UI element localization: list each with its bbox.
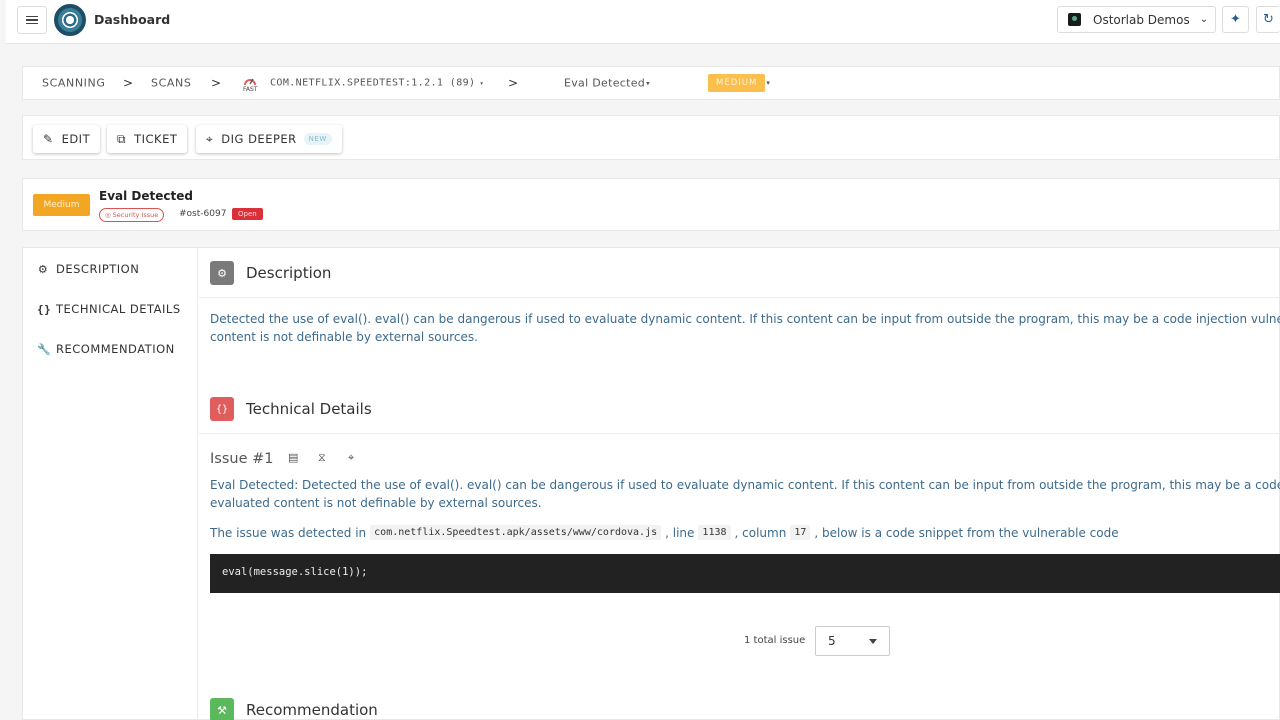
fast-scan-icon: FAST (243, 75, 257, 93)
app-logo[interactable] (54, 4, 86, 36)
line-number: 1138 (698, 525, 731, 540)
detect-prefix: The issue was detected in (210, 525, 367, 540)
organization-icon (1068, 13, 1081, 26)
ai-sparkle-button[interactable]: ✦ (1222, 6, 1249, 33)
chevron-down-icon: ⌄ (1199, 14, 1209, 25)
top-bar: Dashboard Ostorlab Demos ⌄ ✦ ↻ (6, 0, 1280, 44)
speed-gauge-icon (244, 78, 257, 86)
nav-item-description[interactable]: ⚙ DESCRIPTION (37, 262, 139, 276)
file-path: com.netflix.Speedtest.apk/assets/www/cor… (370, 525, 662, 540)
ticket-button[interactable]: ⧉ TICKET (107, 125, 188, 153)
action-toolbar: ✎ EDIT ⧉ TICKET ⌖ DIG DEEPER NEW (22, 115, 1280, 160)
category-label: Security Issue (112, 211, 159, 219)
external-link-icon: ⧉ (117, 131, 127, 146)
sparkle-icon: ✦ (1230, 12, 1241, 27)
caret-down-icon: ▾ (646, 79, 650, 87)
breadcrumb-separator: > (123, 76, 134, 90)
section-title: Technical Details (246, 400, 372, 418)
issue-id: #ost-6097 (179, 209, 227, 219)
vulnerability-title: Eval Detected (99, 189, 193, 203)
nav-item-label: DESCRIPTION (56, 262, 140, 276)
issue-line: Eval Detected: Detected the use of eval(… (210, 478, 1280, 492)
page-size-value: 5 (828, 634, 836, 648)
issue-description: Eval Detected: Detected the use of eval(… (210, 476, 1280, 512)
severity-badge: Medium (33, 194, 90, 216)
column-number: 17 (790, 525, 811, 540)
new-badge: NEW (303, 133, 332, 145)
dig-deeper-label: DIG DEEPER (221, 132, 297, 146)
column-word: , column (734, 525, 787, 540)
nav-item-label: TECHNICAL DETAILS (56, 302, 181, 316)
breadcrumb-severity-dropdown[interactable]: MEDIUM ▾ (708, 74, 770, 92)
shield-icon: ◎ (105, 211, 111, 219)
ticket-label: TICKET (134, 132, 178, 146)
description-line: Detected the use of eval(). eval() can b… (210, 312, 1280, 326)
breadcrumb-scans[interactable]: SCANS (151, 77, 191, 90)
braces-icon: {} (37, 302, 52, 316)
code-snippet: eval(message.slice(1)); (210, 554, 1280, 593)
page-size-select[interactable]: 5 (815, 626, 890, 656)
description-line: content is not definable by external sou… (210, 330, 478, 344)
section-title: Description (246, 264, 332, 282)
hamburger-icon (26, 15, 38, 25)
issue-title: Issue #1 (210, 451, 274, 467)
line-word: , line (665, 525, 695, 540)
recommendation-header: ⚒ Recommendation (199, 685, 1280, 720)
breadcrumb-vulnerability-dropdown[interactable]: Eval Detected ▾ (564, 77, 650, 90)
caret-down-icon: ▾ (479, 79, 485, 87)
status-badge: Open (232, 208, 263, 220)
refresh-icon: ↻ (1263, 12, 1274, 27)
breadcrumb-scanning[interactable]: SCANNING (42, 77, 105, 90)
dig-deeper-button[interactable]: ⌖ DIG DEEPER NEW (196, 125, 342, 153)
breadcrumb-scan-dropdown[interactable]: COM.NETFLIX.SPEEDTEST:1.2.1 (89) ▾ (270, 78, 484, 89)
caret-down-icon: ▾ (766, 79, 771, 87)
vulnerability-label: Eval Detected (564, 76, 646, 90)
issue-line: evaluated content is not definable by ex… (210, 496, 542, 510)
edit-button[interactable]: ✎ EDIT (33, 125, 101, 153)
organization-name: Ostorlab Demos (1093, 12, 1190, 27)
description-header: ⚙ Description (199, 248, 1280, 298)
scan-label: COM.NETFLIX.SPEEDTEST:1.2.1 (89) (270, 77, 476, 89)
nav-item-recommendation[interactable]: 🔧 RECOMMENDATION (37, 342, 175, 356)
total-issues: 1 total issue (744, 635, 806, 646)
vulnerability-header: Medium Eval Detected ◎ Security Issue #o… (22, 178, 1280, 231)
detect-suffix: , below is a code snippet from the vulne… (814, 525, 1119, 540)
fast-label: FAST (243, 86, 258, 93)
wrench-icon: 🔧 (37, 342, 52, 356)
gear-icon: ⚙ (210, 261, 234, 285)
crosshair-icon: ⌖ (206, 131, 214, 146)
hourglass-icon[interactable]: ⧖ (318, 451, 326, 465)
breadcrumb: SCANNING > SCANS > FAST COM.NETFLIX.SPEE… (22, 66, 1280, 100)
nav-item-technical-details[interactable]: {} TECHNICAL DETAILS (37, 302, 181, 316)
braces-icon: {} (210, 397, 234, 421)
clipboard-icon[interactable]: ▤ (288, 451, 298, 464)
description-text: Detected the use of eval(). eval() can b… (210, 310, 1280, 346)
organization-select[interactable]: Ostorlab Demos ⌄ (1057, 6, 1216, 33)
refresh-button[interactable]: ↻ (1256, 6, 1280, 33)
page-title: Dashboard (94, 12, 171, 27)
vulnerability-detail-card: ⚙ DESCRIPTION {} TECHNICAL DETAILS 🔧 REC… (22, 247, 1280, 720)
pencil-icon: ✎ (43, 132, 54, 146)
edit-label: EDIT (61, 132, 91, 146)
detail-content: ⚙ Description Detected the use of eval()… (199, 248, 1280, 720)
location-pin-icon[interactable]: ⌖ (348, 451, 354, 465)
nav-item-label: RECOMMENDATION (56, 342, 175, 356)
section-title: Recommendation (246, 701, 378, 719)
severity-badge: MEDIUM (708, 74, 766, 92)
section-nav: ⚙ DESCRIPTION {} TECHNICAL DETAILS 🔧 REC… (23, 248, 198, 720)
detection-location: The issue was detected in com.netflix.Sp… (210, 525, 1119, 540)
caret-down-icon (869, 639, 877, 644)
technical-details-header: {} Technical Details (199, 384, 1280, 434)
category-tag: ◎ Security Issue (99, 208, 165, 222)
menu-button[interactable] (17, 6, 47, 34)
wrench-icon: ⚒ (210, 698, 234, 720)
breadcrumb-separator: > (508, 76, 519, 90)
gear-icon: ⚙ (37, 262, 49, 276)
breadcrumb-separator: > (211, 76, 222, 90)
